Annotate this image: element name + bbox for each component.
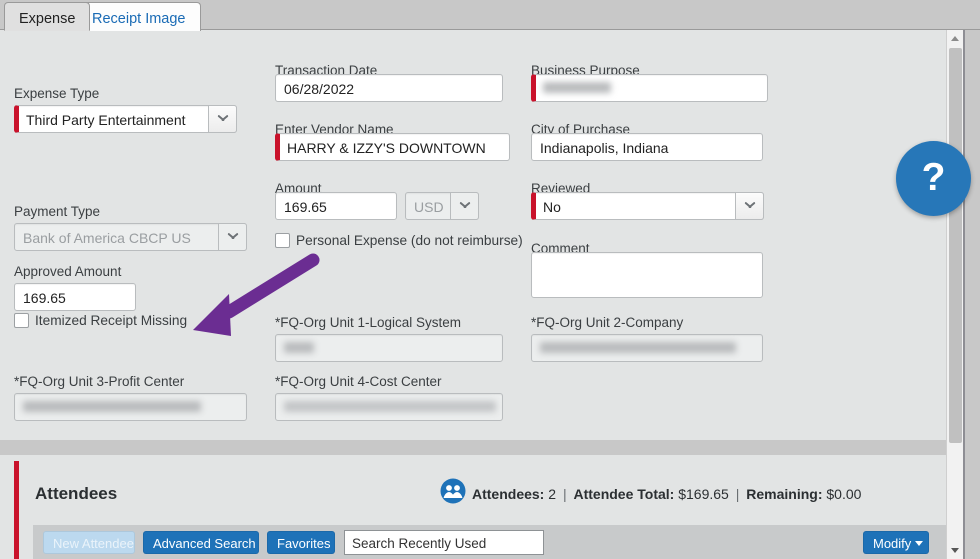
help-button[interactable]: ? [896, 141, 971, 216]
business-purpose-input[interactable] [531, 74, 768, 102]
chevron-down-icon [227, 234, 238, 241]
vendor-name-input[interactable]: HARRY & IZZY'S DOWNTOWN [275, 133, 510, 161]
redacted-value [284, 342, 314, 353]
attendee-total-value: $169.65 [678, 486, 729, 502]
reviewed-value[interactable]: No [531, 192, 764, 220]
advanced-search-button[interactable]: Advanced Search [143, 531, 259, 554]
org-unit-3-input[interactable] [14, 393, 247, 421]
amount-input[interactable]: 169.65 [275, 192, 397, 220]
payment-type-dropdown-button [218, 223, 247, 251]
approved-amount-label: Approved Amount [14, 264, 121, 279]
chevron-down-icon [459, 203, 470, 210]
attendees-toolbar: New Attendee Advanced Search Favorites S… [33, 525, 946, 559]
attendees-count-value: 2 [548, 486, 556, 502]
expense-type-value[interactable]: Third Party Entertainment [14, 105, 237, 133]
redacted-value [284, 401, 496, 412]
attendees-count-label: Attendees: [472, 486, 544, 502]
transaction-date-input[interactable]: 06/28/2022 [275, 74, 503, 102]
scroll-down-arrow[interactable] [947, 542, 964, 559]
scroll-up-arrow[interactable] [947, 30, 964, 47]
redacted-value [23, 401, 201, 412]
tab-expense[interactable]: Expense [4, 2, 90, 31]
reviewed-dropdown-button[interactable] [735, 192, 764, 220]
caret-down-icon [915, 541, 923, 546]
summary-separator: | [560, 486, 570, 502]
currency-select: USD [405, 192, 479, 220]
comment-textarea[interactable] [531, 252, 763, 298]
required-section-marker [14, 461, 19, 559]
attendees-heading: Attendees [35, 484, 117, 504]
city-of-purchase-input[interactable]: Indianapolis, Indiana [531, 133, 763, 161]
org-unit-3-label: *FQ-Org Unit 3-Profit Center [14, 374, 184, 389]
redacted-value [543, 82, 611, 93]
itemized-receipt-missing-label: Itemized Receipt Missing [35, 313, 187, 328]
redacted-value [540, 342, 736, 353]
tab-receipt-image[interactable]: Receipt Image [77, 2, 201, 31]
personal-expense-checkbox[interactable] [275, 233, 290, 248]
org-unit-1-input[interactable] [275, 334, 503, 362]
reviewed-select[interactable]: No [531, 192, 764, 220]
personal-expense-row[interactable]: Personal Expense (do not reimburse) [275, 233, 523, 248]
modify-button[interactable]: Modify [863, 531, 929, 554]
org-unit-4-input[interactable] [275, 393, 503, 421]
remaining-value: $0.00 [826, 486, 861, 502]
attendees-section: Attendees Attendees: 2 | Attendee Total:… [0, 455, 946, 559]
expense-entry-screen: Expense Receipt Image Expense Type Third… [0, 0, 980, 559]
favorites-button[interactable]: Favorites [267, 531, 335, 554]
payment-type-label: Payment Type [14, 204, 100, 219]
chevron-down-icon [217, 116, 228, 123]
vertical-scrollbar[interactable] [946, 30, 963, 559]
attendees-people-icon [440, 478, 466, 504]
scrollbar-track-border [963, 30, 965, 559]
expense-type-select[interactable]: Third Party Entertainment [14, 105, 237, 133]
itemized-receipt-missing-checkbox[interactable] [14, 313, 29, 328]
payment-type-select: Bank of America CBCP US [14, 223, 247, 251]
chevron-down-icon [744, 203, 755, 210]
triangle-up-icon [951, 36, 959, 41]
expense-type-label: Expense Type [14, 86, 99, 101]
new-attendee-button: New Attendee [43, 531, 135, 554]
approved-amount-input[interactable]: 169.65 [14, 283, 136, 311]
annotation-arrow [185, 250, 335, 345]
personal-expense-label: Personal Expense (do not reimburse) [296, 233, 523, 248]
scrollbar-thumb[interactable] [949, 48, 962, 443]
remaining-label: Remaining: [746, 486, 822, 502]
attendee-total-label: Attendee Total: [573, 486, 674, 502]
attendees-summary: Attendees: 2 | Attendee Total: $169.65 |… [472, 486, 861, 502]
expense-form-panel: Expense Type Third Party Entertainment P… [0, 30, 946, 440]
summary-separator: | [733, 486, 743, 502]
currency-dropdown-button [450, 192, 479, 220]
tab-strip: Expense Receipt Image [0, 0, 980, 30]
triangle-down-icon [951, 548, 959, 553]
org-unit-4-label: *FQ-Org Unit 4-Cost Center [275, 374, 442, 389]
org-unit-2-input[interactable] [531, 334, 763, 362]
org-unit-2-label: *FQ-Org Unit 2-Company [531, 315, 683, 330]
org-unit-1-label: *FQ-Org Unit 1-Logical System [275, 315, 461, 330]
search-recently-used-input[interactable]: Search Recently Used [344, 530, 544, 555]
expense-type-dropdown-button[interactable] [208, 105, 237, 133]
payment-type-value: Bank of America CBCP US [14, 223, 247, 251]
modify-button-label: Modify [873, 536, 911, 551]
itemized-receipt-missing-row[interactable]: Itemized Receipt Missing [14, 313, 187, 328]
